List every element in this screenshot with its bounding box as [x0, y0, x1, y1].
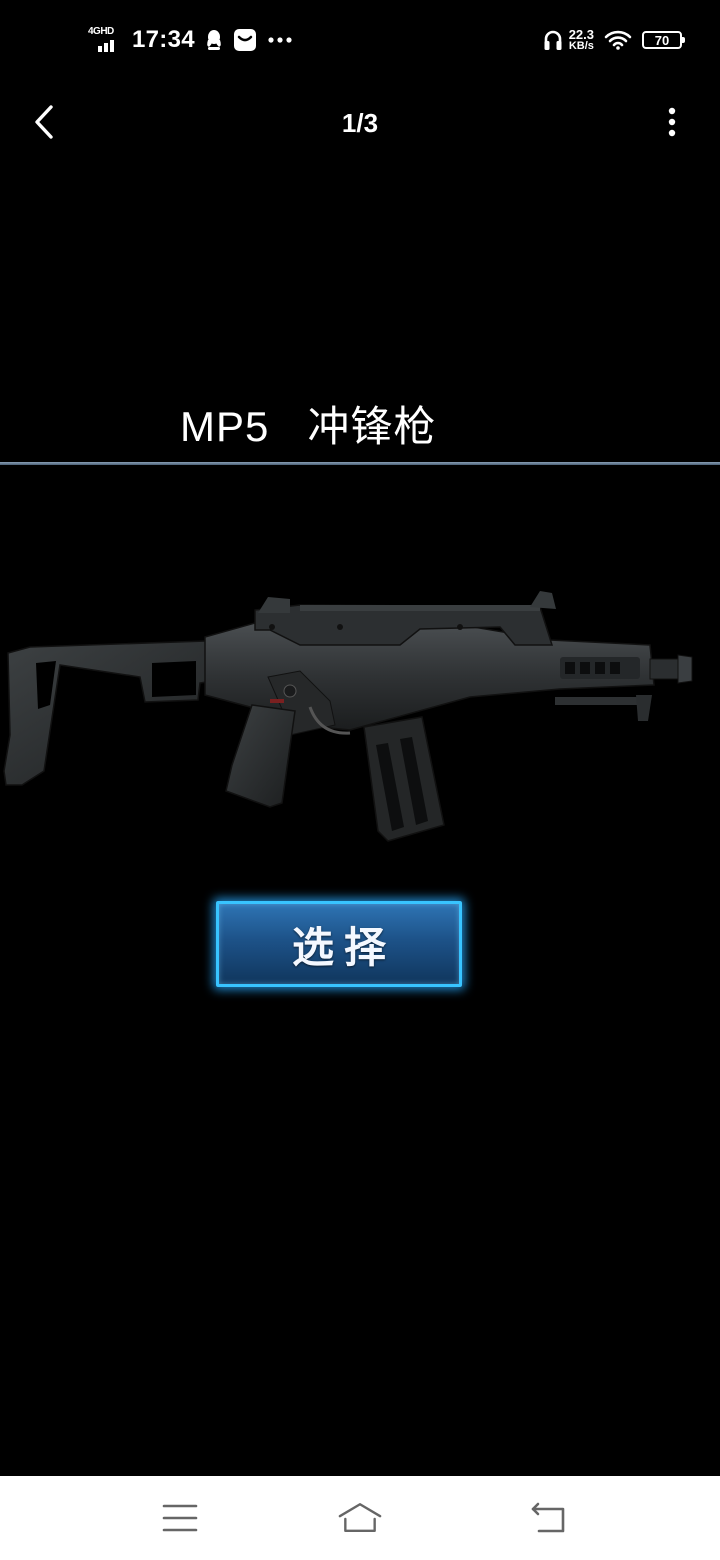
status-right: 22.3 KB/s 70 — [543, 24, 685, 56]
menu-button[interactable] — [158, 1496, 202, 1540]
status-time: 17:34 — [132, 26, 195, 53]
headphones-icon — [543, 29, 563, 51]
wifi-icon — [604, 30, 632, 50]
select-button-label: 选择 — [291, 923, 396, 971]
nav-back-button[interactable] — [526, 1496, 570, 1540]
page-counter: 1/3 — [341, 108, 379, 138]
more-notifications-icon — [267, 36, 293, 44]
signal-icon: 4GHD — [88, 26, 126, 54]
network-label: 4GHD — [88, 26, 114, 37]
speed-unit: KB/s — [568, 40, 594, 52]
menu-icon — [162, 1504, 198, 1532]
weapon-rifle-image — [3, 591, 693, 842]
status-bar: 4GHD 17:34 22.3 KB/s 70 — [0, 0, 720, 80]
select-button[interactable]: 选择 — [216, 901, 462, 987]
battery-level: 70 — [654, 32, 670, 48]
weapon-title: MP5 冲锋枪 — [180, 403, 437, 450]
qq-icon — [205, 29, 223, 51]
app-bar: 1/3 — [0, 80, 720, 164]
back-icon — [531, 1502, 565, 1533]
home-button[interactable] — [338, 1496, 382, 1540]
network-speed: 22.3 KB/s — [569, 28, 594, 52]
more-vertical-icon — [668, 107, 676, 137]
message-icon — [233, 28, 257, 52]
more-options-button[interactable] — [660, 102, 684, 142]
system-nav-bar — [0, 1476, 720, 1560]
home-icon — [338, 1503, 382, 1533]
title-divider — [0, 462, 720, 465]
battery-icon: 70 — [642, 31, 685, 49]
status-left: 4GHD 17:34 — [88, 24, 293, 56]
